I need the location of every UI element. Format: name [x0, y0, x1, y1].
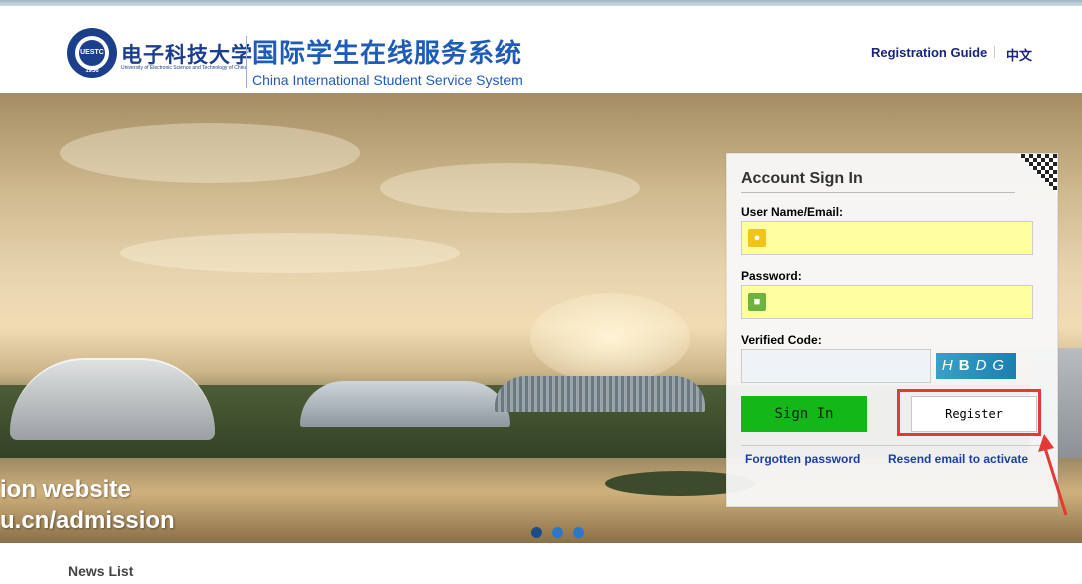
lock-icon: ■	[748, 293, 766, 311]
captcha-char-2: B	[958, 357, 976, 374]
dome-building	[300, 381, 510, 427]
captcha-char-4: G	[992, 357, 1011, 374]
seal-year: 1956	[85, 68, 99, 74]
verified-code-input[interactable]	[746, 350, 930, 384]
site-header: UESTC 1956 电子科技大学 University of Electron…	[0, 6, 1082, 93]
forgotten-password-link[interactable]: Forgotten password	[745, 452, 860, 466]
system-title-cn: 国际学生在线服务系统	[252, 38, 523, 68]
links-divider	[741, 445, 1043, 446]
user-icon: ●	[748, 229, 766, 247]
banner-text-line-2: u.cn/admission	[0, 507, 175, 534]
banner-text-line-1: ion website	[0, 476, 131, 503]
system-title-en: China International Student Service Syst…	[252, 72, 523, 88]
logo-divider	[246, 36, 247, 88]
username-field-wrapper: ●	[741, 221, 1033, 256]
username-input[interactable]	[774, 222, 1033, 256]
sign-in-button[interactable]: Sign In	[741, 396, 867, 432]
slide-dot-3[interactable]	[573, 527, 584, 538]
slide-dot-2[interactable]	[552, 527, 563, 538]
sunset-glow	[530, 293, 690, 383]
university-name-en: University of Electronic Science and Tec…	[121, 65, 248, 71]
username-label: User Name/Email:	[741, 205, 844, 219]
title-divider	[741, 192, 1015, 193]
captcha-char-3: D	[975, 357, 993, 374]
verified-code-label: Verified Code:	[741, 333, 822, 347]
seal-abbrev: UESTC	[79, 40, 105, 66]
register-button[interactable]: Register	[911, 396, 1037, 432]
qr-code-icon[interactable]	[1017, 154, 1057, 194]
registration-guide-link[interactable]: Registration Guide	[871, 45, 987, 60]
slide-dot-1[interactable]	[531, 527, 542, 538]
password-input[interactable]	[774, 286, 1033, 320]
password-label: Password:	[741, 269, 802, 283]
captcha-char-1: H	[941, 357, 959, 374]
resend-activation-link[interactable]: Resend email to activate	[888, 452, 1028, 466]
verified-code-field-wrapper	[741, 349, 931, 384]
sign-in-panel: Account Sign In User Name/Email: ● Passw…	[726, 153, 1058, 507]
news-list-heading: News List	[68, 563, 134, 579]
arena-building	[495, 376, 705, 412]
language-switch-link[interactable]: 中文	[1006, 45, 1032, 64]
captcha-image[interactable]: HBDG	[936, 353, 1016, 379]
stadium-building	[10, 358, 215, 440]
sign-in-title: Account Sign In	[741, 170, 863, 187]
password-field-wrapper: ■	[741, 285, 1033, 320]
university-seal-logo: UESTC 1956	[67, 28, 117, 78]
nav-separator	[994, 46, 995, 58]
